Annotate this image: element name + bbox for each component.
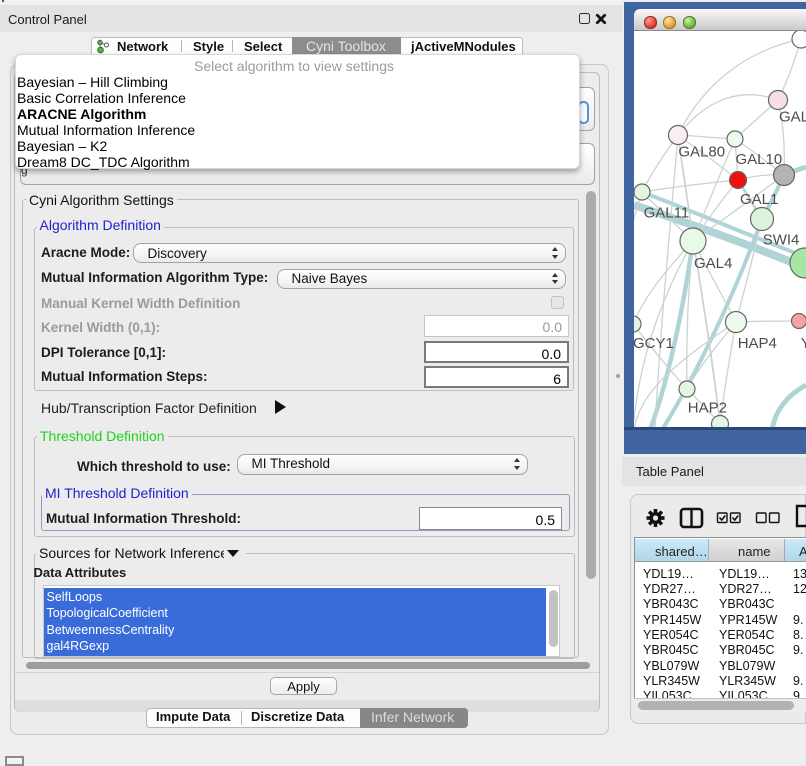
- svg-text:Y: Y: [801, 335, 806, 352]
- svg-text:GAL1: GAL1: [740, 191, 778, 208]
- svg-text:GAL11: GAL11: [644, 205, 690, 222]
- svg-text:GAL4: GAL4: [694, 255, 732, 272]
- svg-text:GAL80: GAL80: [678, 143, 725, 160]
- svg-text:HAP2: HAP2: [688, 400, 727, 417]
- svg-text:HAP4: HAP4: [738, 335, 777, 352]
- svg-text:SWI4: SWI4: [763, 231, 800, 248]
- svg-text:GCY1: GCY1: [634, 335, 674, 352]
- svg-text:GAL10: GAL10: [736, 151, 783, 168]
- svg-text:GAL7: GAL7: [779, 109, 806, 126]
